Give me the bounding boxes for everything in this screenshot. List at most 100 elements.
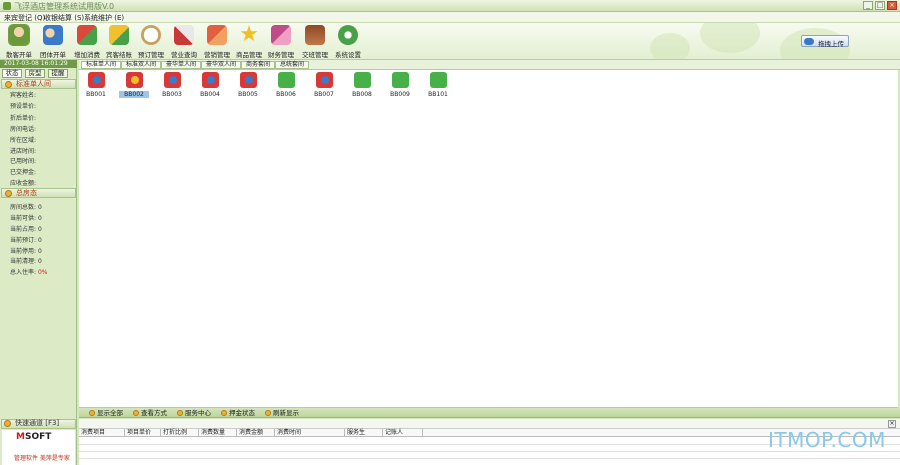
col-waiter[interactable]: 服务生	[345, 429, 383, 437]
toolbar-system-settings[interactable]: 系统设置	[331, 25, 365, 59]
field-checkin-time: 进店时间:	[10, 148, 37, 155]
col-quantity[interactable]: 消费数量	[199, 429, 237, 437]
stat-label: 当前停用:	[10, 248, 37, 255]
toolbar-guest-checkout[interactable]: 宾客结账	[102, 25, 136, 59]
stat-label: 当前可供:	[10, 215, 37, 222]
view-mode-icon	[133, 410, 139, 416]
room-tile[interactable]: BB001	[81, 72, 111, 102]
tab-reminder[interactable]: 提醒	[48, 69, 68, 78]
toolbar-label: 预订管理	[138, 51, 164, 59]
col-time[interactable]: 消费时间	[275, 429, 345, 437]
stat-value: 0	[37, 237, 42, 244]
room-number: BB006	[276, 91, 296, 98]
tab-room-type[interactable]: 房型	[25, 69, 45, 78]
stat-label: 总入住率:	[10, 269, 37, 276]
marketing-icon	[207, 25, 227, 45]
room-tile[interactable]: BB006	[271, 72, 301, 102]
tab-business-suite[interactable]: 商务套间	[241, 61, 276, 69]
quick-channel-label: 快速通道 [F3]	[15, 419, 60, 427]
business-query-icon	[174, 25, 194, 45]
show-all-button[interactable]: 显示全部	[89, 409, 123, 417]
toolbar-reservation[interactable]: 预订管理	[134, 25, 168, 59]
collapse-icon	[5, 81, 12, 88]
menu-system-maintenance[interactable]: 系统维护 (E)	[84, 13, 124, 23]
refresh-icon	[265, 410, 271, 416]
tab-presidential-suite[interactable]: 总统套间	[275, 61, 310, 69]
room-tile[interactable]: BB004	[195, 72, 225, 102]
room-tile[interactable]: BB007	[309, 72, 339, 102]
toolbar-marketing[interactable]: 营销管理	[200, 25, 234, 59]
sidebar-tabs: 状态 房型 提醒	[2, 69, 68, 78]
finance-icon	[271, 25, 291, 45]
close-ledger-button[interactable]: ×	[888, 420, 896, 428]
room-tile[interactable]: BB003	[157, 72, 187, 102]
ledger-row	[79, 452, 900, 459]
field-elapsed-time: 已用时间:	[10, 158, 37, 165]
room-available-icon	[391, 72, 409, 88]
add-consumption-arrow-icon	[77, 25, 97, 45]
stat-label: 当前预订:	[10, 237, 37, 244]
tab-standard-single[interactable]: 标准单人间	[81, 61, 122, 69]
cloud-upload-icon	[804, 38, 814, 45]
room-number: BB008	[352, 91, 372, 98]
meiping-soft-logo: MSOFT 管理软件 美萍是专家	[2, 430, 75, 465]
maximize-button[interactable]: □	[875, 1, 885, 10]
toolbar-group-checkin[interactable]: 团体开单	[36, 25, 70, 59]
stat-label: 房间总数:	[10, 204, 37, 211]
tab-status[interactable]: 状态	[2, 69, 22, 78]
toolbar-finance[interactable]: 财务管理	[264, 25, 298, 59]
field-discount-price: 折后单价:	[10, 115, 37, 122]
toolbar-walk-in-checkin[interactable]: 散客开单	[2, 25, 36, 59]
room-available-icon	[429, 72, 447, 88]
quick-channel-header[interactable]: 快速通道 [F3]	[1, 419, 76, 429]
minimize-button[interactable]: _	[863, 1, 873, 10]
col-item[interactable]: 消费项目	[79, 429, 125, 437]
service-center-icon	[177, 410, 183, 416]
stat-value: 0	[37, 226, 42, 233]
col-bookkeeper[interactable]: 记账人	[383, 429, 423, 437]
deposit-status-icon	[221, 410, 227, 416]
view-mode-button[interactable]: 查看方式	[133, 409, 167, 417]
room-tile[interactable]: BB002	[119, 72, 149, 102]
room-tile[interactable]: BB101	[423, 72, 453, 102]
drag-upload-button[interactable]: 拖拽上传	[801, 35, 849, 48]
toolbar-goods[interactable]: ★ 商品管理	[232, 24, 266, 60]
room-tile[interactable]: BB005	[233, 72, 263, 102]
col-amount[interactable]: 消费金额	[237, 429, 275, 437]
room-occupied-icon	[87, 72, 105, 88]
room-type-tabs: 标准单人间 标准双人间 豪华单人间 豪华双人间 商务套间 总统套间	[79, 60, 900, 70]
menu-guest-register[interactable]: 来宾登记 (Q)	[4, 13, 45, 23]
col-discount[interactable]: 打折比例	[161, 429, 199, 437]
service-center-button[interactable]: 服务中心	[177, 409, 211, 417]
stat-value: 0	[37, 204, 42, 211]
toolbar-label: 营销管理	[204, 51, 230, 59]
toolbar-add-consumption[interactable]: 增加消费	[70, 25, 104, 59]
stat-reserved: 当前预订: 0	[10, 237, 42, 244]
room-status-header[interactable]: 总房态	[1, 188, 76, 198]
menu-bar: 来宾登记 (Q) 收银结算 (S) 系统维护 (E)	[0, 12, 900, 23]
field-preset-price: 预设单价:	[10, 103, 37, 110]
stat-label: 当前占用:	[10, 226, 37, 233]
room-number: BB002	[119, 91, 149, 98]
room-tile[interactable]: BB009	[385, 72, 415, 102]
toolbar-shift-handover[interactable]: 交班管理	[298, 25, 332, 59]
title-bar: 飞浮酒店管理系统试用版V.0 _ □ ×	[0, 0, 900, 12]
tab-deluxe-single[interactable]: 豪华单人间	[161, 61, 202, 69]
toolbar-label: 营业查询	[171, 51, 197, 59]
close-button[interactable]: ×	[887, 1, 897, 10]
toolbar-business-query[interactable]: 营业查询	[167, 25, 201, 59]
room-number: BB003	[162, 91, 182, 98]
col-unit-price[interactable]: 项目单价	[125, 429, 161, 437]
field-area: 所在区域:	[10, 137, 37, 144]
refresh-button[interactable]: 刷新显示	[265, 409, 299, 417]
stat-value: 0	[37, 215, 42, 222]
room-type-header-label: 标准单人间	[16, 80, 51, 88]
toolbar-label: 交班管理	[302, 51, 328, 59]
menu-cashier[interactable]: 收银结算 (S)	[44, 13, 84, 23]
tab-deluxe-double[interactable]: 豪华双人间	[201, 61, 242, 69]
deposit-status-button[interactable]: 押金状态	[221, 409, 255, 417]
room-tile[interactable]: BB008	[347, 72, 377, 102]
stat-value: 0	[37, 248, 42, 255]
room-type-header[interactable]: 标准单人间	[1, 79, 76, 89]
tab-standard-double[interactable]: 标准双人间	[121, 61, 162, 69]
